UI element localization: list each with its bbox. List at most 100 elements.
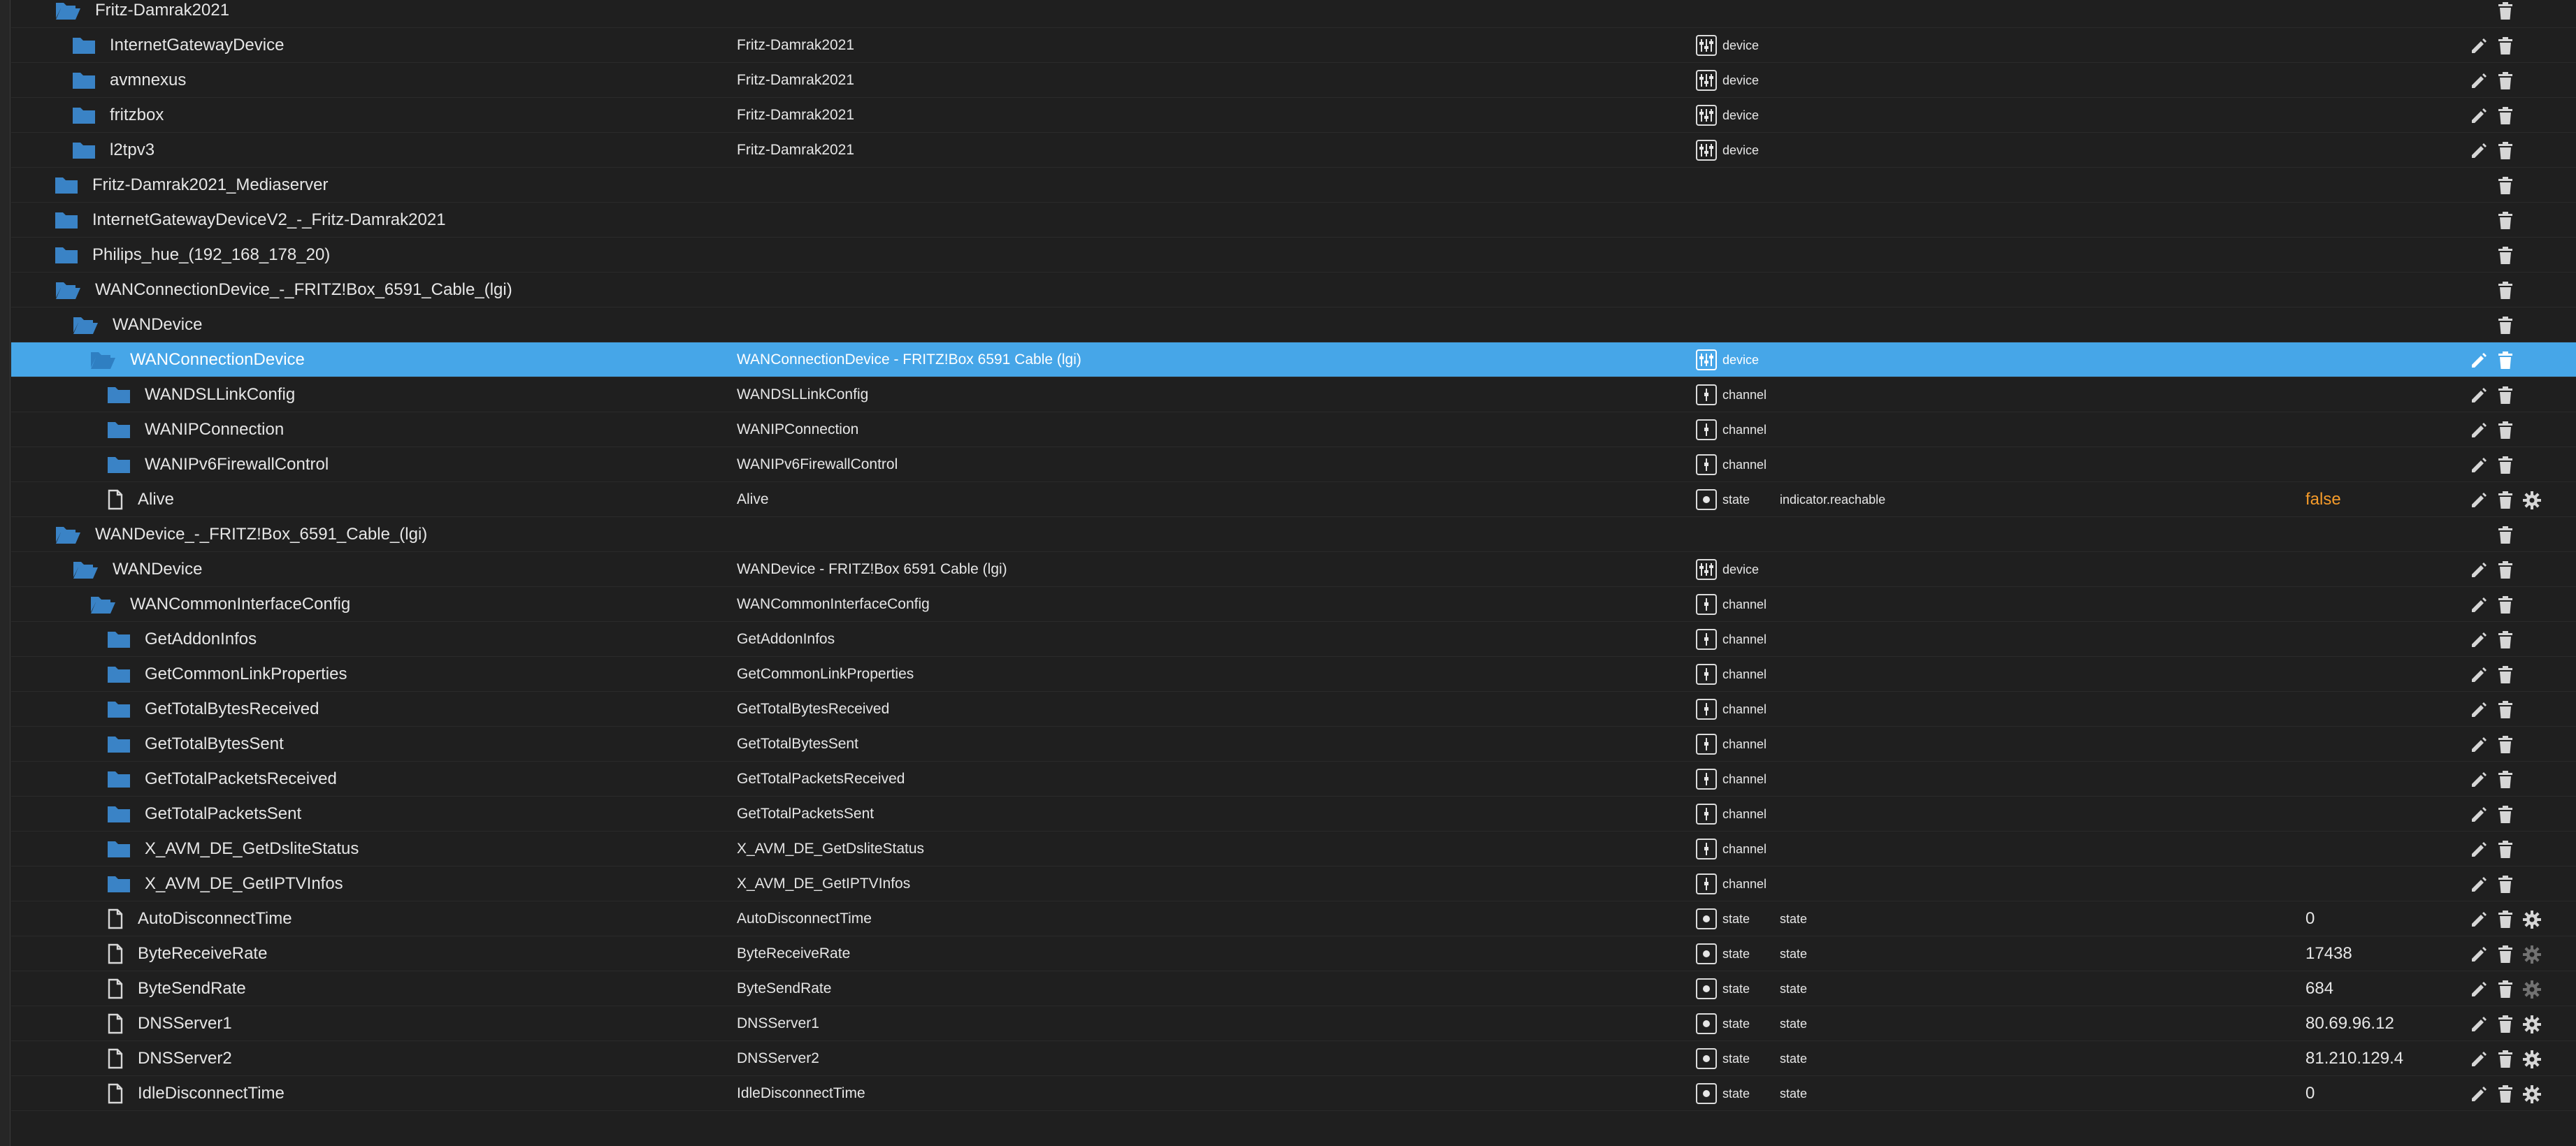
object-id-cell[interactable]: Fritz-Damrak2021_Mediaserver [55,168,328,203]
settings-gear-icon[interactable] [2522,910,2542,929]
object-value[interactable]: 81.210.129.4 [2305,1041,2403,1076]
delete-icon[interactable] [2496,1,2515,21]
folder-icon[interactable] [55,175,78,195]
edit-icon[interactable] [2469,665,2489,685]
edit-icon[interactable] [2469,700,2489,720]
tree-row[interactable]: DNSServer2 DNSServer2 state state 81.210.129… [11,1041,2576,1076]
object-id-cell[interactable]: Philips_hue_(192_168_178_20) [55,238,330,273]
object-id-cell[interactable]: WANDevice_-_FRITZ!Box_6591_Cable_(lgi) [55,517,427,552]
file-icon[interactable] [107,978,124,999]
tree-row[interactable]: GetTotalBytesReceived GetTotalBytesReceiv… [11,692,2576,727]
edit-icon[interactable] [2469,875,2489,894]
object-tree[interactable]: Fritz-Damrak2021 InternetGatewayDevice Fri… [11,0,2576,1111]
settings-gear-icon[interactable] [2522,980,2542,999]
delete-icon[interactable] [2496,246,2515,266]
object-id-cell[interactable]: InternetGatewayDevice [72,28,284,63]
file-icon[interactable] [107,908,124,929]
tree-row[interactable]: WANIPv6FirewallControl WANIPv6FirewallCon… [11,447,2576,482]
object-id-cell[interactable]: ByteReceiveRate [107,936,267,971]
tree-row[interactable]: ByteReceiveRate ByteReceiveRate state state… [11,936,2576,971]
tree-row[interactable]: GetCommonLinkProperties GetCommonLinkProp… [11,657,2576,692]
delete-icon[interactable] [2496,421,2515,440]
tree-row[interactable]: WANConnectionDevice WANConnectionDevice -… [11,342,2576,377]
object-id-cell[interactable]: GetCommonLinkProperties [107,657,347,692]
tree-row[interactable]: WANDevice WANDevice - FRITZ!Box 6591 Cabl… [11,552,2576,587]
delete-icon[interactable] [2496,910,2515,929]
object-id-cell[interactable]: WANIPv6FirewallControl [107,447,329,482]
object-id-cell[interactable]: GetTotalPacketsReceived [107,762,337,797]
tree-row[interactable]: WANCommonInterfaceConfig WANCommonInterfa… [11,587,2576,622]
delete-icon[interactable] [2496,386,2515,405]
tree-row[interactable]: WANDevice [11,307,2576,342]
edit-icon[interactable] [2469,805,2489,825]
tree-row[interactable]: WANIPConnection WANIPConnection channel [11,412,2576,447]
object-id-cell[interactable]: GetTotalBytesSent [107,727,284,762]
delete-icon[interactable] [2496,36,2515,56]
edit-icon[interactable] [2469,71,2489,91]
delete-icon[interactable] [2496,1050,2515,1069]
object-id-cell[interactable]: ByteSendRate [107,971,246,1006]
tree-row[interactable]: WANDevice_-_FRITZ!Box_6591_Cable_(lgi) [11,517,2576,552]
object-value[interactable]: 684 [2305,971,2333,1006]
delete-icon[interactable] [2496,456,2515,475]
tree-row[interactable]: GetTotalPacketsReceived GetTotalPacketsRe… [11,762,2576,797]
tree-row[interactable]: fritzbox Fritz-Damrak2021 device [11,98,2576,133]
folder-open-icon[interactable] [55,280,81,300]
object-id-cell[interactable]: InternetGatewayDeviceV2_-_Fritz-Damrak20… [55,203,446,238]
object-value[interactable]: 0 [2305,901,2315,936]
delete-icon[interactable] [2496,281,2515,300]
delete-icon[interactable] [2496,805,2515,825]
folder-icon[interactable] [107,769,131,789]
folder-open-icon[interactable] [55,0,81,21]
delete-icon[interactable] [2496,141,2515,161]
tree-row[interactable]: ByteSendRate ByteSendRate state state 684 [11,971,2576,1006]
object-value[interactable]: false [2305,482,2341,517]
edit-icon[interactable] [2469,630,2489,650]
tree-row[interactable]: GetTotalBytesSent GetTotalBytesSent channe… [11,727,2576,762]
delete-icon[interactable] [2496,665,2515,685]
delete-icon[interactable] [2496,735,2515,755]
folder-icon[interactable] [107,804,131,824]
object-id-cell[interactable]: X_AVM_DE_GetDsliteStatus [107,832,359,866]
tree-row[interactable]: Fritz-Damrak2021_Mediaserver [11,168,2576,203]
delete-icon[interactable] [2496,560,2515,580]
edit-icon[interactable] [2469,456,2489,475]
object-id-cell[interactable]: WANConnectionDevice_-_FRITZ!Box_6591_Cab… [55,273,512,307]
object-id-cell[interactable]: GetAddonInfos [107,622,257,657]
tree-row[interactable]: Fritz-Damrak2021 [11,0,2576,28]
file-icon[interactable] [107,1083,124,1104]
file-icon[interactable] [107,943,124,964]
edit-icon[interactable] [2469,351,2489,370]
tree-row[interactable]: InternetGatewayDeviceV2_-_Fritz-Damrak20… [11,203,2576,238]
folder-icon[interactable] [107,385,131,405]
folder-open-icon[interactable] [72,559,99,580]
delete-icon[interactable] [2496,176,2515,196]
folder-icon[interactable] [107,630,131,649]
folder-icon[interactable] [107,455,131,474]
folder-icon[interactable] [107,665,131,684]
tree-row[interactable]: X_AVM_DE_GetDsliteStatus X_AVM_DE_GetDsli… [11,832,2576,866]
delete-icon[interactable] [2496,491,2515,510]
folder-icon[interactable] [55,210,78,230]
object-id-cell[interactable]: DNSServer1 [107,1006,232,1041]
tree-row[interactable]: InternetGatewayDevice Fritz-Damrak2021 dev… [11,28,2576,63]
tree-row[interactable]: GetTotalPacketsSent GetTotalPacketsSent ch… [11,797,2576,832]
delete-icon[interactable] [2496,770,2515,790]
object-id-cell[interactable]: Fritz-Damrak2021 [55,0,229,28]
object-id-cell[interactable]: avmnexus [72,63,186,98]
tree-row[interactable]: X_AVM_DE_GetIPTVInfos X_AVM_DE_GetIPTVInf… [11,866,2576,901]
delete-icon[interactable] [2496,595,2515,615]
edit-icon[interactable] [2469,491,2489,510]
object-id-cell[interactable]: GetTotalBytesReceived [107,692,319,727]
delete-icon[interactable] [2496,106,2515,126]
tree-row[interactable]: WANDSLLinkConfig WANDSLLinkConfig channel [11,377,2576,412]
delete-icon[interactable] [2496,980,2515,999]
settings-gear-icon[interactable] [2522,1015,2542,1034]
edit-icon[interactable] [2469,595,2489,615]
object-id-cell[interactable]: WANIPConnection [107,412,284,447]
delete-icon[interactable] [2496,211,2515,231]
object-id-cell[interactable]: WANDSLLinkConfig [107,377,295,412]
tree-row[interactable]: IdleDisconnectTime IdleDisconnectTime stat… [11,1076,2576,1111]
tree-row[interactable]: GetAddonInfos GetAddonInfos channel [11,622,2576,657]
delete-icon[interactable] [2496,840,2515,860]
